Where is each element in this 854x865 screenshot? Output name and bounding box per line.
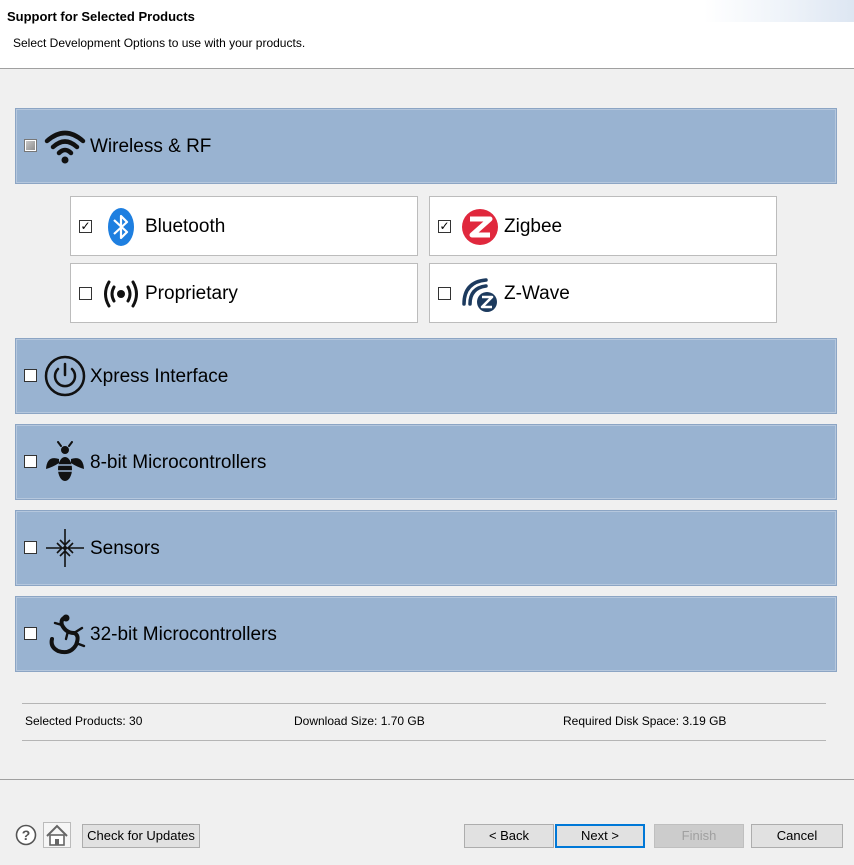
32bit-checkbox[interactable]: [24, 627, 37, 640]
lizard-icon: [49, 614, 86, 655]
bluetooth-icon: [108, 208, 134, 246]
category-32bit-microcontrollers[interactable]: 32-bit Microcontrollers: [15, 596, 837, 672]
category-8bit-microcontrollers[interactable]: 8-bit Microcontrollers: [15, 424, 837, 500]
bee-icon: [46, 441, 84, 481]
finish-button: Finish: [654, 824, 744, 848]
option-bluetooth[interactable]: ✓ Bluetooth: [70, 196, 418, 256]
wizard-header: Support for Selected Products Select Dev…: [0, 0, 854, 69]
svg-text:?: ?: [22, 827, 31, 843]
power-icon: [44, 355, 86, 397]
options-panel: Wireless & RF ✓ Bluetooth ✓ Zigbee Propr…: [0, 69, 854, 779]
cancel-button[interactable]: Cancel: [751, 824, 843, 848]
page-title: Support for Selected Products: [7, 9, 195, 24]
broadcast-icon: [104, 280, 138, 308]
option-label: Proprietary: [145, 283, 238, 304]
check-for-updates-button[interactable]: Check for Updates: [82, 824, 200, 848]
zigbee-checkbox[interactable]: ✓: [438, 220, 451, 233]
header-decoration: [704, 0, 854, 22]
option-proprietary[interactable]: Proprietary: [70, 263, 418, 323]
home-icon[interactable]: [43, 822, 71, 848]
category-label: Sensors: [90, 538, 160, 559]
download-size: Download Size: 1.70 GB: [294, 714, 425, 728]
category-xpress-interface[interactable]: Xpress Interface: [15, 338, 837, 414]
category-label: Wireless & RF: [90, 136, 212, 157]
zwave-icon: [462, 278, 497, 312]
stats-divider-top: [22, 703, 826, 704]
selected-products-count: Selected Products: 30: [25, 714, 143, 728]
8bit-checkbox[interactable]: [24, 455, 37, 468]
category-label: Xpress Interface: [90, 366, 229, 387]
footer-divider: [0, 779, 854, 780]
proprietary-checkbox[interactable]: [79, 287, 92, 300]
category-label: 32-bit Microcontrollers: [90, 624, 277, 645]
category-label: 8-bit Microcontrollers: [90, 452, 267, 473]
wifi-icon: [44, 130, 86, 164]
bluetooth-checkbox[interactable]: ✓: [79, 220, 92, 233]
category-sensors[interactable]: Sensors: [15, 510, 837, 586]
sensors-checkbox[interactable]: [24, 541, 37, 554]
stats-divider-bottom: [22, 740, 826, 741]
required-disk-space: Required Disk Space: 3.19 GB: [563, 714, 727, 728]
wireless-rf-checkbox[interactable]: [24, 139, 37, 152]
option-zwave[interactable]: Z-Wave: [429, 263, 777, 323]
option-zigbee[interactable]: ✓ Zigbee: [429, 196, 777, 256]
back-button[interactable]: < Back: [464, 824, 554, 848]
help-icon[interactable]: ?: [15, 824, 37, 846]
xpress-interface-checkbox[interactable]: [24, 369, 37, 382]
zigbee-icon: [462, 209, 498, 245]
zwave-checkbox[interactable]: [438, 287, 451, 300]
page-subtitle: Select Development Options to use with y…: [13, 36, 306, 50]
option-label: Z-Wave: [504, 283, 570, 304]
next-button[interactable]: Next >: [555, 824, 645, 848]
sensor-arrows-icon: [46, 529, 84, 567]
option-label: Zigbee: [504, 216, 563, 237]
category-wireless-rf[interactable]: Wireless & RF: [15, 108, 837, 184]
option-label: Bluetooth: [145, 216, 226, 237]
